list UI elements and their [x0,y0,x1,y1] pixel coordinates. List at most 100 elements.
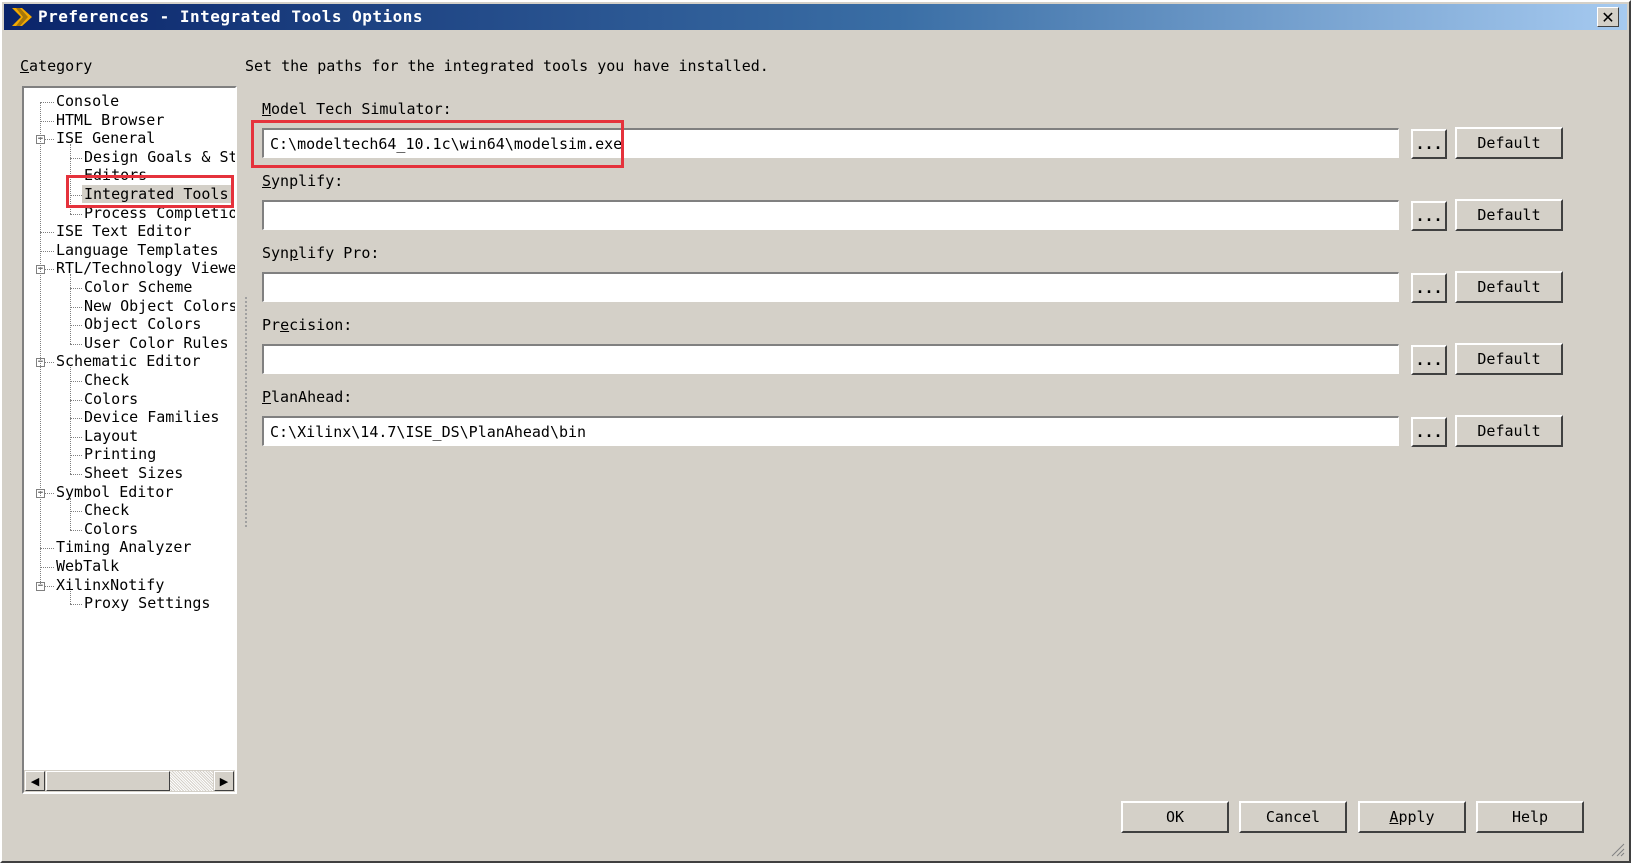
tree-item-label: Design Goals & St [84,147,235,166]
path-input[interactable] [262,200,1399,230]
path-input[interactable] [262,416,1399,446]
preferences-dialog: Preferences - Integrated Tools Options ✕… [0,0,1631,863]
tree-item[interactable]: Printing [82,445,158,464]
tree-item[interactable]: Timing Analyzer [54,538,193,557]
path-input[interactable] [262,272,1399,302]
tree-connector [40,102,54,103]
tree-connector [70,381,82,382]
field-label: Precision: [262,316,353,334]
annotation-highlight-integrated-tools [66,175,234,208]
window-title: Preferences - Integrated Tools Options [38,7,424,26]
tree-item[interactable]: Device Families [82,408,221,427]
tree-item[interactable]: Check [82,501,131,520]
tree-item[interactable]: Check [82,371,131,390]
tree-connector [40,232,54,234]
title-bar[interactable]: Preferences - Integrated Tools Options ✕ [4,4,1627,30]
tree-item-label: Device Families [84,408,220,427]
tree-item-label: User Color Rules [84,333,229,352]
tree-item[interactable]: New Object Colors [82,297,235,316]
scroll-left-icon: ◀ [30,774,40,788]
tree-item-label: Object Colors [84,315,202,334]
default-button[interactable]: Default [1455,127,1563,159]
tree-item[interactable]: User Color Rules [82,334,231,353]
tree-item[interactable]: Sheet Sizes [82,464,185,483]
tree-item-label: Symbol Editor [56,482,174,501]
tree-item[interactable]: Schematic Editor [54,352,203,371]
tree-connector [70,399,82,401]
field-label: Model Tech Simulator: [262,100,452,118]
tree-item[interactable]: ISE Text Editor [54,222,193,241]
tree-connector [70,436,82,438]
tree-item-label: Console [56,92,120,110]
tree-connector [70,306,82,308]
tree-connector [70,288,82,289]
tree-item-label: Printing [84,445,157,464]
close-button[interactable]: ✕ [1597,7,1619,27]
tree-connector [70,418,82,420]
browse-button[interactable]: ... [1411,273,1447,303]
tree-item-label: Colors [84,389,139,408]
tree-connector [70,604,82,606]
tree-item-label: Schematic Editor [56,352,201,371]
tree-item-label: New Object Colors [84,296,235,315]
tree-item[interactable]: Proxy Settings [82,594,212,613]
tree-horizontal-scrollbar[interactable]: ◀ ▶ [24,770,235,792]
ok-button[interactable]: OK [1121,801,1229,833]
tree-connector [70,367,71,474]
browse-button[interactable]: ... [1411,345,1447,375]
tree-item[interactable]: Design Goals & St [82,148,235,167]
scroll-thumb[interactable] [46,771,170,791]
tree-item[interactable]: WebTalk [54,557,121,576]
default-button[interactable]: Default [1455,343,1563,375]
tree-item[interactable]: HTML Browser [54,111,166,130]
path-input[interactable] [262,344,1399,374]
tree-item-label: ISE Text Editor [56,222,192,241]
browse-button[interactable]: ... [1411,201,1447,231]
tree-item-label: Timing Analyzer [56,538,192,557]
tree-item[interactable]: Color Scheme [82,278,194,297]
tree-connector [40,250,54,252]
default-button[interactable]: Default [1455,199,1563,231]
tree-item-label: Proxy Settings [84,594,211,613]
tree-item[interactable]: Colors [82,390,140,409]
tree-item-label: Layout [84,426,139,445]
annotation-highlight-modelsim [251,120,624,168]
tree-connector [70,274,71,344]
cancel-button[interactable]: Cancel [1239,801,1347,833]
xilinx-logo-icon [12,8,32,26]
tree-item[interactable]: Symbol Editor [54,483,175,502]
tree-item[interactable]: Language Templates [54,241,221,260]
tree-connector [40,120,54,122]
tree-connector [70,497,71,530]
tree-connector [70,157,82,159]
browse-button[interactable]: ... [1411,129,1447,159]
help-button[interactable]: Help [1476,801,1584,833]
scroll-left-button[interactable]: ◀ [25,771,45,791]
scroll-right-button[interactable]: ▶ [214,771,234,791]
tree-connector [70,590,71,605]
browse-button[interactable]: ... [1411,417,1447,447]
pane-splitter[interactable] [245,297,247,527]
default-button[interactable]: Default [1455,271,1563,303]
tree-item-label: HTML Browser [56,110,165,129]
resize-grip-icon[interactable] [1609,841,1625,857]
tree-item[interactable]: Layout [82,427,140,446]
scroll-track[interactable] [170,771,213,791]
tree-item-label: Color Scheme [84,278,193,296]
tree-item-label: Language Templates [56,240,219,259]
tree-connector [70,455,82,457]
tree-item[interactable]: Console [54,92,121,111]
tree-item-label: WebTalk [56,557,120,575]
tree-item[interactable]: Colors [82,520,140,539]
default-button[interactable]: Default [1455,415,1563,447]
tree-item[interactable]: Object Colors [82,315,203,334]
tree-item-label: Sheet Sizes [84,464,184,482]
tree-connector [40,102,41,586]
tree-connector [70,213,82,215]
field-label: PlanAhead: [262,388,353,406]
apply-button[interactable]: Apply [1358,801,1466,833]
tree-item-label: Colors [84,519,139,538]
tree-item[interactable]: RTL/Technology Viewer [54,259,235,278]
tree-connector [70,343,82,345]
tree-item-label: Check [84,501,130,520]
